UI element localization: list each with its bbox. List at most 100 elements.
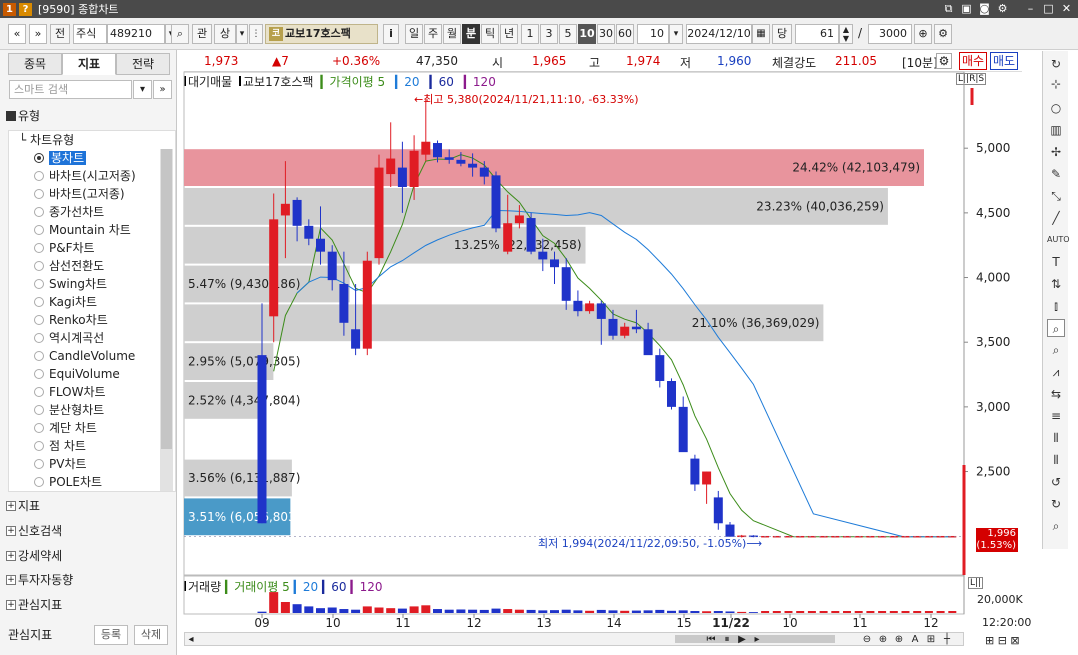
measure-tool-icon[interactable]: ⇅: [1047, 275, 1065, 293]
supply-bar-label: 24.42% (42,103,479): [792, 161, 920, 175]
current-time: 12:20:00: [982, 616, 1032, 629]
redo-icon[interactable]: ↻: [1047, 495, 1065, 513]
volume-bar: [421, 605, 431, 613]
pause-icon[interactable]: ⏸: [721, 634, 733, 646]
volume-bar: [866, 611, 875, 613]
auto-tool-icon[interactable]: AUTO: [1047, 231, 1070, 249]
line-tool-icon[interactable]: ⤡: [1047, 187, 1065, 205]
scroll-right-icon[interactable]: ▸: [751, 634, 763, 646]
volume-bar: [526, 609, 536, 613]
volume-bar: [538, 610, 548, 613]
high-annotation: ←최고 5,380(2024/11/21,11:10, -63.33%): [414, 93, 639, 106]
volume-bar: [351, 609, 361, 613]
volume-bar: [280, 602, 290, 613]
play-icon[interactable]: ▶: [736, 634, 748, 646]
scroll-end-icon[interactable]: ⏮: [705, 634, 717, 646]
candle-body: [362, 260, 372, 349]
volume-bar: [924, 611, 933, 613]
volume-bar: [362, 606, 372, 613]
candle-body: [608, 318, 618, 336]
zoom-in-icon[interactable]: ⊕: [877, 634, 889, 646]
candle-body: [456, 159, 466, 164]
candle-body: [538, 251, 548, 260]
volume-bar: [761, 611, 770, 613]
volume-bar: [503, 609, 513, 613]
candle-body: [631, 326, 641, 330]
volume-bar: [713, 611, 723, 613]
supply-bar-label: 2.52% (4,347,804): [188, 393, 300, 407]
volume-bar: [702, 611, 712, 613]
x-axis-label: 10: [782, 616, 797, 630]
volume-bar: [737, 611, 747, 613]
current-price-tag: 1,996 (1.53%): [976, 528, 1018, 552]
volume-bar: [807, 611, 816, 613]
undo-icon[interactable]: ↺: [1047, 473, 1065, 491]
gann-tool-icon[interactable]: ≡: [1047, 407, 1065, 425]
volume-bar: [479, 609, 489, 613]
x-axis-label: 11/22: [712, 616, 750, 630]
volume-axis-label: 20,000K: [977, 593, 1023, 606]
supply-bar-label: 5.47% (9,430,186): [188, 277, 300, 291]
volume-bar: [667, 610, 676, 613]
zoom-out-icon[interactable]: ⊖: [861, 634, 873, 646]
volume-bar: [948, 611, 957, 613]
text-tool-icon[interactable]: T: [1047, 253, 1065, 271]
volume-bar: [655, 609, 665, 613]
volume-bar: [819, 611, 828, 613]
drawing-toolbar: ↻ ⊹ ○ ▥ ✢ ✎ ⤡ ╱ AUTO T ⇅ ⫾ ⌕ ⌕ ⩘ ⇆ ≡ ⦀ ⦀…: [1042, 51, 1070, 549]
candle-body: [620, 326, 630, 336]
current-price-tag-value: 1,996: [987, 528, 1016, 539]
volume-bar: [831, 611, 840, 613]
y-axis-label: 5,000: [976, 141, 1010, 155]
volume-bar: [339, 609, 349, 613]
candle-body: [667, 381, 676, 407]
search-tool-icon[interactable]: ⌕: [1047, 517, 1065, 535]
volume-bar: [561, 609, 571, 613]
crosshair-icon[interactable]: ┼: [941, 634, 953, 646]
candle-body: [514, 215, 524, 224]
grid-tool-icon[interactable]: ⦀: [1047, 451, 1065, 469]
x-axis-label: 10: [325, 616, 340, 630]
chart-scrollbar[interactable]: ◂ ⏮ ⏸ ▶ ▸ ⊖ ⊕ ⊕ A ⊞ ┼: [184, 632, 964, 646]
volume-bar: [772, 611, 781, 613]
zoom-reset-icon[interactable]: ⊕: [893, 634, 905, 646]
volume-bar: [678, 610, 688, 613]
candle-body: [374, 167, 384, 259]
candle-body: [713, 497, 723, 524]
volume-bar: [316, 608, 325, 613]
volume-bar: [631, 610, 641, 613]
layout-icons[interactable]: ⊞ ⊟ ⊠: [985, 634, 1020, 647]
trend-line-icon[interactable]: ╱: [1047, 209, 1065, 227]
candle-body: [596, 303, 606, 319]
volume-bar: [292, 604, 302, 613]
crosshair-tool-icon[interactable]: ⊹: [1047, 75, 1065, 93]
candle-body: [479, 167, 489, 177]
candle-body: [351, 329, 361, 349]
font-icon[interactable]: A: [909, 634, 921, 646]
circle-tool-icon[interactable]: ○: [1047, 99, 1065, 117]
low-annotation: 최저 1,994(2024/11/22,09:50, -1.05%)⟶: [538, 537, 763, 550]
fibo-tool-icon[interactable]: ⩘: [1047, 363, 1065, 381]
pattern-tool-icon[interactable]: ⇆: [1047, 385, 1065, 403]
volume-bar: [409, 606, 419, 613]
pen-tool-icon[interactable]: ✎: [1047, 165, 1065, 183]
volume-bar: [913, 611, 922, 613]
bars-tool-icon[interactable]: ⦀: [1047, 429, 1065, 447]
candle-body: [304, 225, 314, 239]
volume-bar: [456, 609, 466, 613]
candle-body: [643, 329, 653, 356]
candle-tool-icon[interactable]: ⫾: [1047, 297, 1065, 315]
magnify-tool-icon[interactable]: ⌕: [1047, 341, 1065, 359]
pointer-tool-icon[interactable]: ✢: [1047, 143, 1065, 161]
refresh-icon[interactable]: ↻: [1047, 55, 1065, 73]
scroll-left-icon[interactable]: ◂: [185, 634, 197, 646]
y-axis-label: 3,000: [976, 400, 1010, 414]
grid-icon[interactable]: ⊞: [925, 634, 937, 646]
zoom-tool-icon[interactable]: ⌕: [1047, 319, 1065, 337]
y-axis-label: 4,000: [976, 271, 1010, 285]
volume-bar: [596, 609, 606, 613]
candle-body: [292, 199, 302, 226]
candle-body: [339, 284, 349, 323]
volume-bar: [491, 608, 501, 613]
chart-tool-icon[interactable]: ▥: [1047, 121, 1065, 139]
